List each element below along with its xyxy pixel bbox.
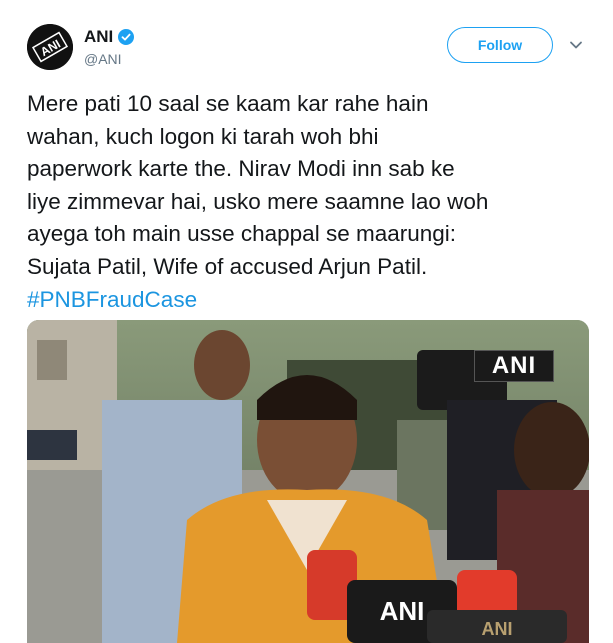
tweet-header: ANI ANI @ANI Follow (0, 0, 613, 80)
hashtag-link[interactable]: #PNBFraudCase (27, 287, 197, 312)
name-row: ANI (84, 27, 135, 47)
ani-watermark: ANI (474, 350, 554, 382)
ani-logo-icon: ANI (27, 24, 73, 70)
tweet-text: Mere pati 10 saal se kaam kar rahe hain … (27, 88, 597, 316)
mic-label: ANI (380, 596, 425, 626)
display-name[interactable]: ANI (84, 27, 113, 47)
user-handle[interactable]: @ANI (84, 51, 122, 67)
chevron-down-icon[interactable] (569, 38, 583, 52)
tweet-body: Mere pati 10 saal se kaam kar rahe hain … (27, 91, 489, 279)
mic-label-2: ANI (482, 619, 513, 639)
follow-button[interactable]: Follow (447, 27, 553, 63)
avatar[interactable]: ANI (27, 24, 73, 70)
verified-badge-icon (118, 29, 135, 45)
